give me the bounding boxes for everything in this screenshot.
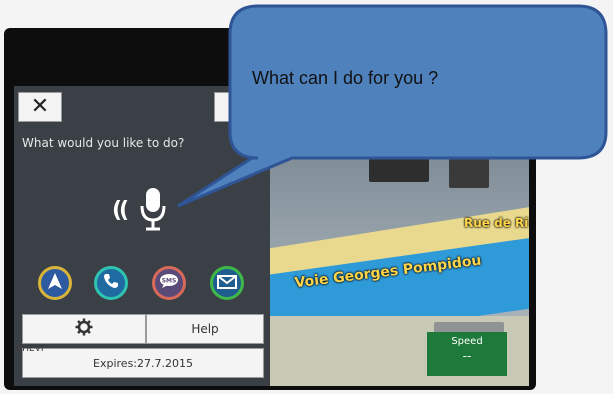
speech-bubble-text: What can I do for you ? <box>252 68 439 88</box>
speech-bubble-shape <box>177 4 608 208</box>
speech-bubble <box>177 4 608 208</box>
